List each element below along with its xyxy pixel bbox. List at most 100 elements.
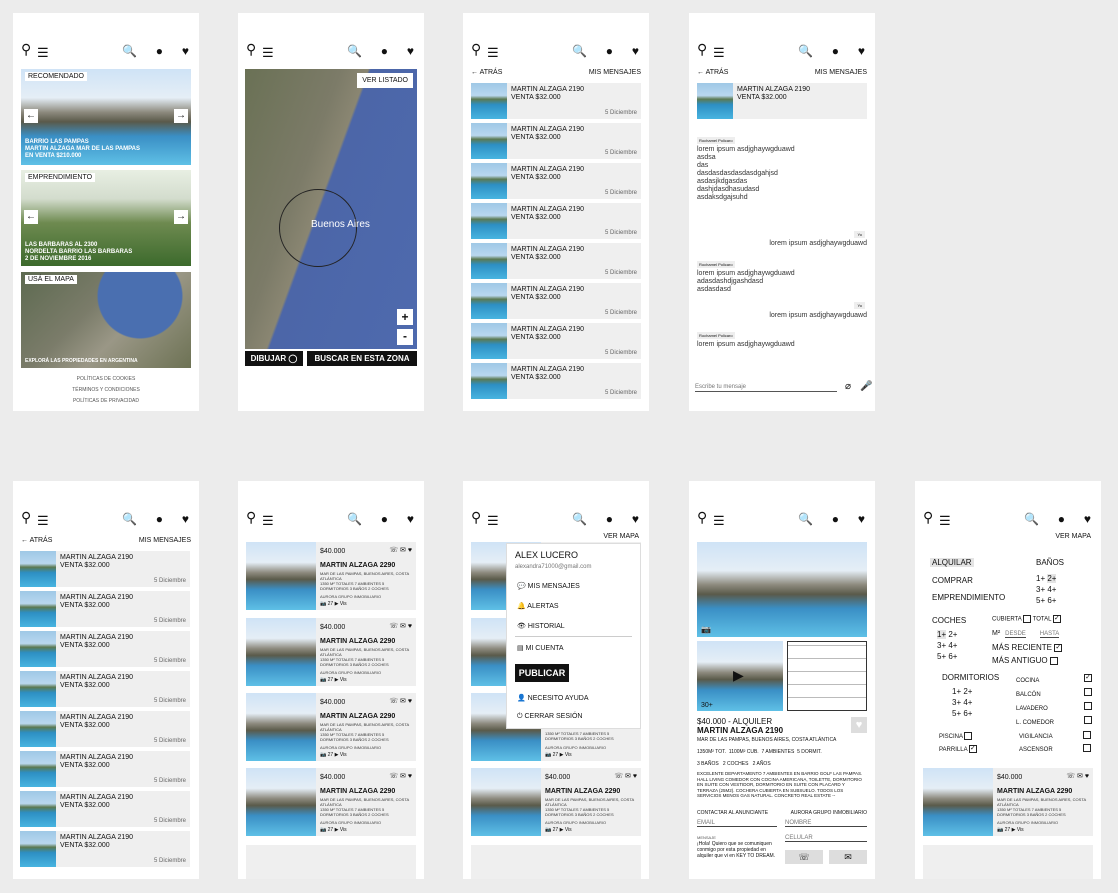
list-item[interactable]: MARTIN ALZAGA 2190 VENTA $32.000 5 Diciemb… [471, 323, 641, 359]
heart-icon[interactable]: ♥ [858, 44, 865, 58]
menu-logout[interactable]: ⏻ CERRAR SESIÓN [517, 713, 582, 721]
menu-alerts[interactable]: 🔔 ALERTAS [517, 602, 559, 610]
search-icon[interactable]: 🔍 [122, 44, 137, 58]
user-icon[interactable]: ● [606, 512, 613, 526]
project-banner[interactable]: EMPRENDIMIENTO ← → LAS BARBARAS AL 2300 N… [21, 170, 191, 266]
attach-icon[interactable]: ⌀ [845, 381, 851, 392]
user-icon[interactable]: ● [832, 44, 839, 58]
list-item[interactable]: MARTIN ALZAGA 2190 VENTA $32.000 5 Diciemb… [20, 711, 190, 747]
search-zone-button[interactable]: BUSCAR EN ESTA ZONA [307, 351, 417, 366]
key-logo-icon[interactable]: ⚲ [21, 509, 31, 526]
gallery-photo[interactable]: ▶ 30+ [697, 641, 783, 711]
listing-card[interactable]: $40.000 ☏ ✉ ♥ MARTIN ALZAGA 2290 MAR DE LAS… [923, 768, 1093, 836]
name-field[interactable]: NOMBRE [785, 820, 867, 827]
contact-icons[interactable]: ☏ ✉ ♥ [389, 772, 412, 780]
list-item[interactable]: MARTIN ALZAGA 2190 VENTA $32.000 5 Diciemb… [20, 591, 190, 627]
listing-card[interactable]: $40.000 ☏ ✉ ♥ MARTIN ALZAGA 2290 MAR DE LAS… [246, 542, 416, 610]
user-icon[interactable]: ● [606, 44, 613, 58]
list-item[interactable]: MARTIN ALZAGA 2190 VENTA $32.000 5 Diciemb… [471, 243, 641, 279]
my-messages-link[interactable]: MIS MENSAJES [815, 69, 867, 76]
m2-range[interactable]: M² DESDE HASTA [992, 630, 1060, 638]
publish-button[interactable]: PUBLICAR [515, 664, 569, 682]
contact-icons[interactable]: ☏ ✉ ♥ [1066, 772, 1089, 780]
menu-icon[interactable]: ☰ [713, 45, 725, 61]
listing-card[interactable]: $40.000 ☏ ✉ ♥ MARTIN ALZAGA 2290 MAR DE LAS… [246, 618, 416, 686]
op-alquilar[interactable]: ALQUILAR [930, 558, 974, 567]
call-button[interactable]: ☏ [785, 850, 823, 864]
list-item[interactable]: MARTIN ALZAGA 2190 VENTA $32.000 5 Diciemb… [471, 283, 641, 319]
recommended-banner[interactable]: RECOMENDADO ← → BARRIO LAS PAMPAS MARTIN … [21, 69, 191, 165]
key-logo-icon[interactable]: ⚲ [697, 509, 707, 526]
list-item[interactable]: MARTIN ALZAGA 2190 VENTA $32.000 5 Diciemb… [20, 551, 190, 587]
listing-card[interactable]: $40.000 ☏ ✉ ♥ MARTIN ALZAGA 2290 MAR DE LAS… [246, 768, 416, 836]
key-logo-icon[interactable]: ⚲ [246, 41, 256, 58]
extras-right[interactable]: VIGILANCIA ASCENSOR [1019, 731, 1091, 757]
extras-left[interactable]: PISCINA PARRILLA ✓ [939, 731, 977, 757]
map-banner[interactable]: USÁ EL MAPA EXPLORÁ LAS PROPIEDADES EN A… [21, 272, 191, 368]
user-icon[interactable]: ● [1058, 512, 1065, 526]
coches-options[interactable]: 1+ 2+ 3+ 4+ 5+ 6+ [937, 629, 957, 662]
prev-arrow-icon[interactable]: ← [24, 109, 38, 123]
terms-link[interactable]: TÉRMINOS Y CONDICIONES [13, 385, 199, 396]
list-item[interactable]: MARTIN ALZAGA 2190 VENTA $32.000 5 Diciemb… [20, 751, 190, 787]
heart-icon[interactable]: ♥ [632, 512, 639, 526]
search-icon[interactable]: 🔍 [347, 512, 362, 526]
prev-arrow-icon[interactable]: ← [24, 210, 38, 224]
email-button[interactable]: ✉ [829, 850, 867, 864]
main-photo[interactable]: 📷 [697, 542, 867, 637]
key-logo-icon[interactable]: ⚲ [246, 509, 256, 526]
play-icon[interactable]: ▶ [733, 667, 744, 684]
map-view[interactable]: VER LISTADO Buenos Aires + - [245, 69, 417, 349]
heart-icon[interactable]: ♥ [182, 44, 189, 58]
sort-recent[interactable]: MÁS RECIENTE ✓ [992, 643, 1063, 652]
list-item[interactable]: MARTIN ALZAGA 2190 VENTA $32.000 5 Diciemb… [471, 123, 641, 159]
menu-my-account[interactable]: ▤ MI CUENTA [517, 644, 564, 652]
list-item[interactable]: MARTIN ALZAGA 2190 VENTA $32.000 5 Diciemb… [20, 671, 190, 707]
search-icon[interactable]: 🔍 [572, 512, 587, 526]
list-item[interactable]: MARTIN ALZAGA 2190 VENTA $32.000 5 Diciemb… [471, 203, 641, 239]
user-icon[interactable]: ● [156, 512, 163, 526]
my-messages-link[interactable]: MIS MENSAJES [139, 537, 191, 544]
list-item[interactable]: MARTIN ALZAGA 2190 VENTA $32.000 5 Diciemb… [471, 363, 641, 399]
search-icon[interactable]: 🔍 [798, 512, 813, 526]
search-icon[interactable]: 🔍 [122, 512, 137, 526]
key-logo-icon[interactable]: ⚲ [471, 41, 481, 58]
mic-icon[interactable]: 🎤 [860, 381, 872, 392]
message-field[interactable]: ¡Hola! Quiero que se comuniquen conmigo … [697, 841, 777, 859]
menu-icon[interactable]: ☰ [262, 45, 274, 61]
user-icon[interactable]: ● [381, 44, 388, 58]
my-messages-link[interactable]: MIS MENSAJES [589, 69, 641, 76]
back-link[interactable]: ← ATRÁS [21, 537, 52, 544]
next-arrow-icon[interactable]: → [174, 210, 188, 224]
back-link[interactable]: ← ATRÁS [471, 69, 502, 76]
menu-icon[interactable]: ☰ [487, 45, 499, 61]
menu-icon[interactable]: ☰ [262, 513, 274, 529]
search-icon[interactable]: 🔍 [347, 44, 362, 58]
heart-icon[interactable]: ♥ [407, 44, 414, 58]
message-input[interactable]: Escribe tu mensaje [695, 384, 837, 392]
key-logo-icon[interactable]: ⚲ [923, 509, 933, 526]
op-comprar[interactable]: COMPRAR [932, 576, 973, 585]
see-map-link[interactable]: VER MAPA [603, 533, 639, 540]
email-field[interactable]: EMAIL [697, 820, 777, 827]
op-emprendimiento[interactable]: EMPRENDIMIENTO [932, 593, 1005, 602]
key-logo-icon[interactable]: ⚲ [471, 509, 481, 526]
heart-icon[interactable]: ♥ [1084, 512, 1091, 526]
listing-card[interactable]: $40.000 ☏ ✉ ♥ MARTIN ALZAGA 2290 MAR DE LAS… [246, 693, 416, 761]
list-item[interactable]: MARTIN ALZAGA 2190 VENTA $32.000 5 Diciemb… [20, 791, 190, 827]
chat-property-header[interactable]: MARTIN ALZAGA 2190 VENTA $32.000 [697, 83, 867, 119]
search-icon[interactable]: 🔍 [798, 44, 813, 58]
banos-options[interactable]: 1+ 2+ 3+ 4+ 5+ 6+ [1036, 573, 1057, 606]
area-type[interactable]: CUBIERTA TOTAL ✓ [992, 615, 1061, 623]
search-icon[interactable]: 🔍 [1024, 512, 1039, 526]
heart-icon[interactable]: ♥ [182, 512, 189, 526]
cell-field[interactable]: CELULAR [785, 835, 867, 842]
see-map-link[interactable]: VER MAPA [1055, 533, 1091, 540]
heart-icon[interactable]: ♥ [407, 512, 414, 526]
dorm-options[interactable]: 1+ 2+ 3+ 4+ 5+ 6+ [952, 686, 972, 719]
key-logo-icon[interactable]: ⚲ [697, 41, 707, 58]
list-item[interactable]: MARTIN ALZAGA 2190 VENTA $32.000 5 Diciemb… [20, 631, 190, 667]
heart-icon[interactable]: ♥ [632, 44, 639, 58]
menu-icon[interactable]: ☰ [37, 45, 49, 61]
menu-icon[interactable]: ☰ [37, 513, 49, 529]
